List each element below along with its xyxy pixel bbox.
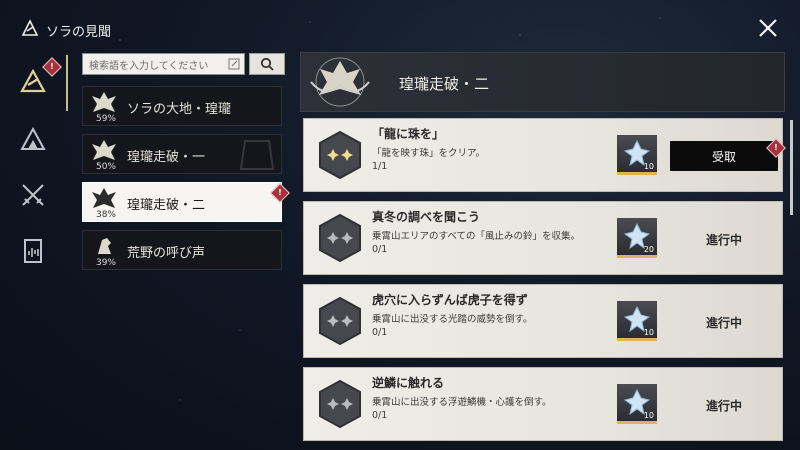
top-bar: ソラの見聞	[0, 0, 800, 50]
dragon-crest-icon	[310, 57, 370, 107]
category-item[interactable]: 39% 荒野の呼び声	[82, 230, 282, 270]
rail-item-mountain[interactable]	[14, 120, 52, 158]
category-item[interactable]: 59% ソラの大地・瑝瓏	[82, 86, 282, 126]
reward-item[interactable]: 10	[617, 135, 657, 175]
category-alert-badge: !	[270, 183, 290, 203]
rail-item-records[interactable]	[14, 232, 52, 270]
search-icon	[260, 57, 274, 71]
quest-progress: 0/1	[372, 244, 388, 255]
status-in-progress: 進行中	[705, 232, 742, 247]
quest-title: 真冬の調べを聞こう	[372, 210, 481, 224]
category-item-selected[interactable]: 38% 瑝瓏走破・二 !	[82, 182, 290, 222]
close-x-icon	[759, 19, 777, 37]
search-field	[82, 53, 245, 77]
reward-item[interactable]: 10	[617, 301, 657, 341]
close-button[interactable]	[754, 14, 782, 42]
quest-progress: 0/1	[372, 410, 388, 421]
emblem-icon	[20, 68, 46, 93]
section-header: 瑝瓏走破・二	[300, 52, 785, 112]
reward-item[interactable]: 20	[617, 218, 657, 258]
crossed-blades-icon	[22, 184, 44, 206]
rail-item-combat[interactable]	[14, 176, 52, 214]
quest-card: 逆鱗に触れる 乗霄山に出没する浮遊鱗機・心護を倒す。 0/1 10 進行中	[303, 367, 783, 441]
quest-card: 虎穴に入らずんば虎子を得ず 乗霄山に出没する光踏の威勢を倒す。 0/1 10 進…	[303, 284, 783, 358]
quest-badge-icon	[319, 213, 361, 263]
reward-count: 10	[643, 411, 654, 420]
quest-badge-icon	[319, 296, 361, 346]
peak-icon	[20, 126, 46, 150]
reward-count: 10	[643, 328, 654, 337]
category-item[interactable]: 50% 瑝瓏走破・一	[82, 134, 282, 174]
category-label: ソラの大地・瑝瓏	[127, 102, 232, 117]
quest-description: 乗霄山に出没する浮遊鱗機・心護を倒す。	[372, 397, 552, 408]
quest-description: 乗霄山に出没する光踏の威勢を倒す。	[372, 314, 533, 325]
quest-progress: 1/1	[372, 161, 388, 172]
quest-card: 真冬の調べを聞こう 乗霄山エリアのすべての「風止みの鈴」を収集。 0/1 20 …	[303, 201, 783, 275]
dragon-emblem-icon	[92, 140, 116, 160]
status-in-progress: 進行中	[705, 315, 742, 330]
rail-item-journal[interactable]: !	[14, 57, 62, 100]
quest-badge-icon	[319, 130, 361, 180]
category-percent: 50%	[95, 162, 116, 172]
claim-button[interactable]: 受取	[670, 141, 778, 171]
quest-description: 「龍を映す珠」をクリア。	[372, 148, 486, 159]
quest-description: 乗霄山エリアのすべての「風止みの鈴」を収集。	[372, 231, 580, 242]
category-percent: 59%	[95, 114, 116, 124]
reward-item[interactable]: 10	[617, 384, 657, 424]
quest-card: 「龍に珠を」 「龍を映す珠」をクリア。 1/1 10 受取 !	[303, 118, 786, 192]
window-title: ソラの見聞	[46, 25, 112, 40]
edit-icon	[228, 58, 240, 70]
howl-emblem-icon	[98, 238, 111, 254]
category-label: 瑝瓏走破・二	[127, 198, 206, 213]
dragon-emblem-icon	[92, 92, 116, 112]
quest-badge-icon	[319, 379, 361, 429]
status-in-progress: 進行中	[705, 398, 742, 413]
rail-active-indicator	[66, 55, 68, 111]
watermark-icon	[239, 140, 275, 170]
quest-title: 「龍に珠を」	[372, 127, 445, 141]
search-button[interactable]	[249, 53, 285, 75]
search-input[interactable]	[83, 56, 235, 77]
quest-progress: 0/1	[372, 327, 388, 338]
category-label: 瑝瓏走破・一	[127, 150, 206, 165]
quest-list-scrollbar[interactable]	[790, 120, 793, 215]
dragon-emblem-icon	[92, 188, 116, 208]
section-title: 瑝瓏走破・二	[399, 75, 490, 93]
reward-count: 20	[643, 245, 654, 254]
audio-book-icon	[24, 239, 42, 263]
category-label: 荒野の呼び声	[127, 246, 206, 261]
reward-count: 10	[643, 162, 654, 171]
category-percent: 39%	[95, 258, 116, 268]
category-percent: 38%	[95, 210, 116, 220]
quest-title: 逆鱗に触れる	[372, 376, 445, 390]
quest-title: 虎穴に入らずんば虎子を得ず	[372, 293, 528, 307]
game-logo-icon	[21, 19, 39, 36]
